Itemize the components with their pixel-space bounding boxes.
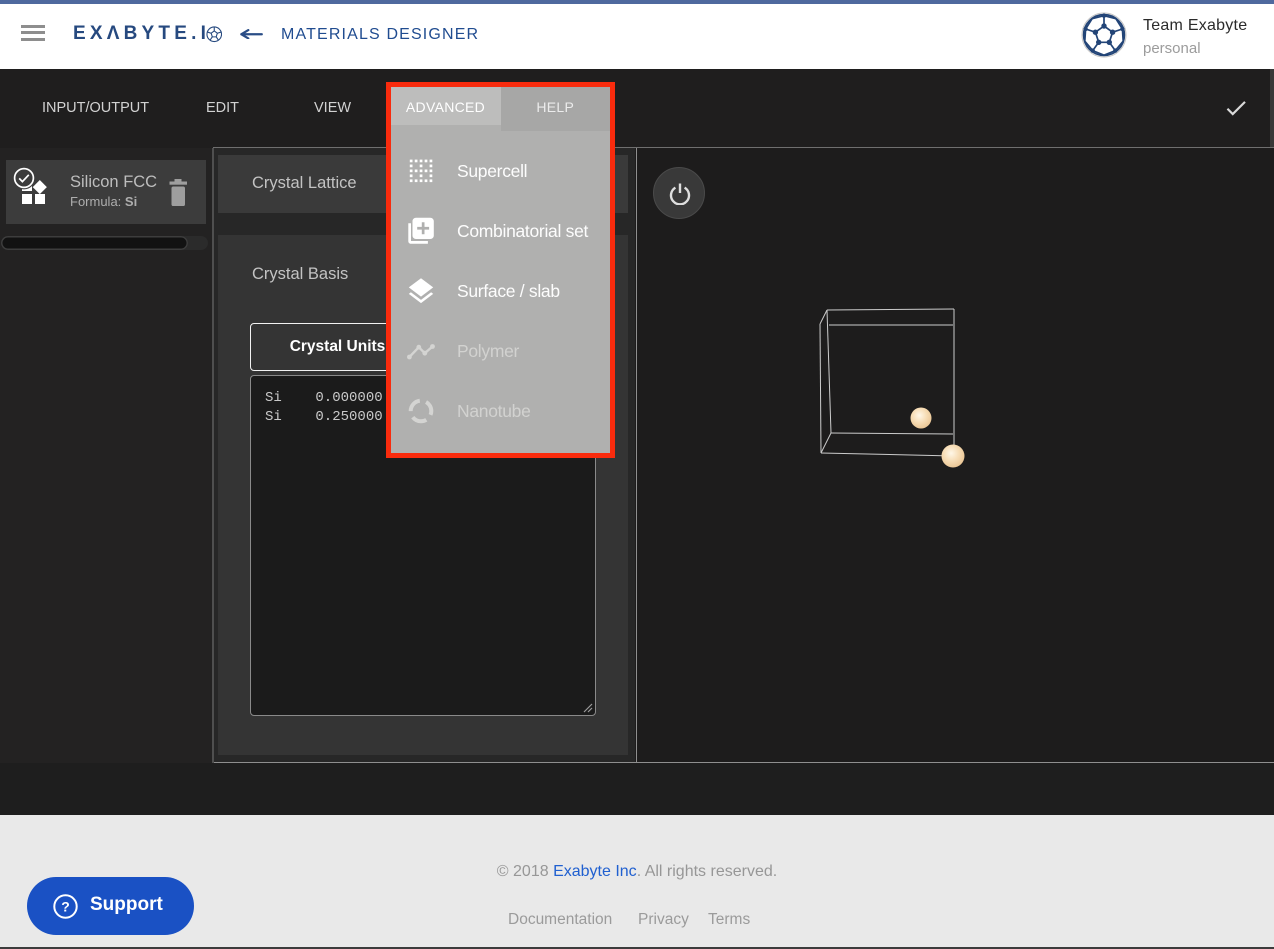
svg-text:?: ? xyxy=(61,898,70,914)
